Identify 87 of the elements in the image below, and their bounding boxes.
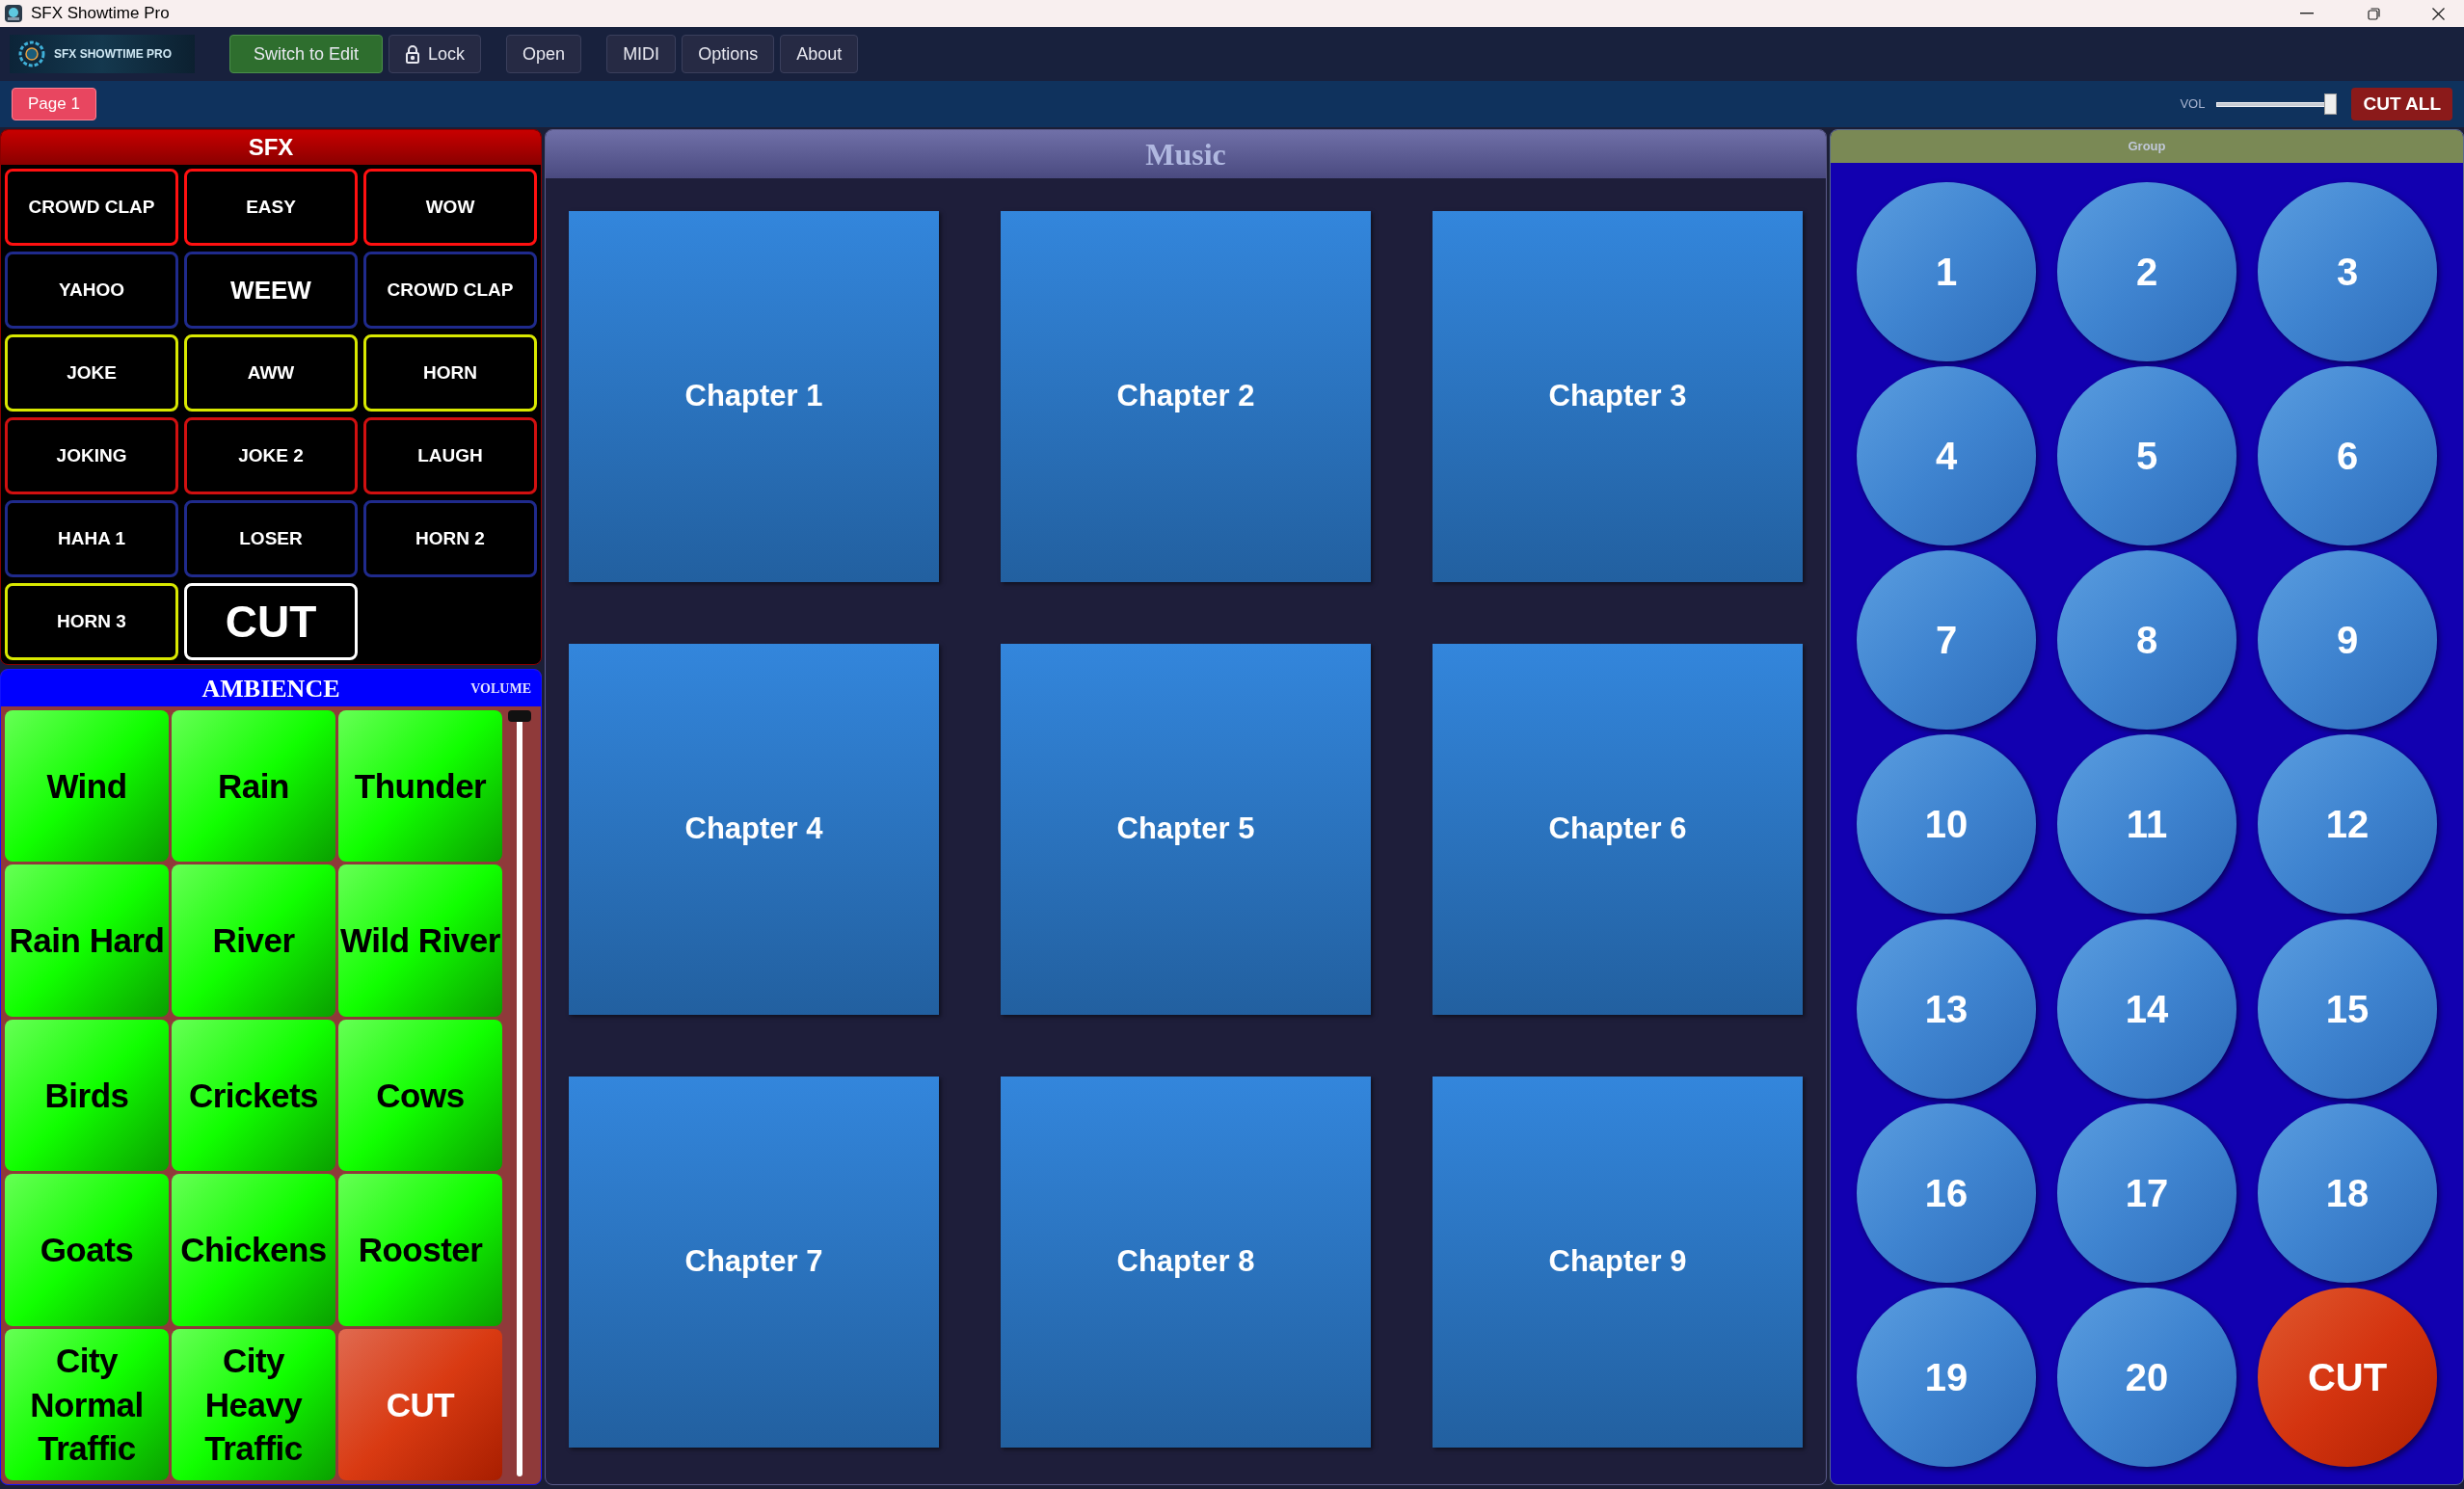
group-button[interactable]: 1 [1857, 182, 2036, 361]
restore-icon[interactable] [2368, 7, 2380, 20]
lock-button[interactable]: Lock [388, 35, 482, 73]
group-button[interactable]: 15 [2258, 918, 2437, 1099]
ambience-pad[interactable]: Chickens [172, 1174, 335, 1326]
panel-title: Music [1145, 136, 1226, 173]
ambience-pad[interactable]: Crickets [172, 1019, 335, 1172]
volume-label: VOL [2180, 95, 2206, 114]
cut-button[interactable]: CUT [338, 1328, 502, 1480]
sound-button[interactable]: JOKE 2 [184, 417, 358, 494]
group-button[interactable]: 3 [2258, 182, 2437, 361]
track-button[interactable]: Chapter 9 [1433, 1077, 1803, 1448]
panel-title: Group [2128, 138, 2166, 156]
group-button[interactable]: 10 [1857, 734, 2036, 915]
sound-button[interactable]: LOSER [184, 500, 358, 577]
sound-button[interactable]: EASY [184, 169, 358, 246]
toolbar-button[interactable]: Switch to Edit [229, 35, 384, 73]
track-button[interactable]: Chapter 3 [1433, 211, 1803, 582]
group-button[interactable]: 19 [1857, 1287, 2036, 1467]
gear-icon [17, 40, 46, 68]
ambience-pad[interactable]: City Heavy Traffic [172, 1328, 335, 1480]
sound-button[interactable]: WEEW [184, 252, 358, 329]
group-button[interactable]: 8 [2057, 550, 2236, 731]
track-button[interactable]: Chapter 6 [1433, 644, 1803, 1015]
slider-thumb[interactable] [508, 710, 531, 722]
sound-button[interactable]: HORN [363, 334, 537, 412]
ambience-pad[interactable]: Goats [5, 1174, 169, 1326]
toolbar-button[interactable]: Options [682, 35, 775, 73]
sound-button[interactable]: HORN 2 [363, 500, 537, 577]
cut-button[interactable]: CUT [2258, 1287, 2437, 1467]
group-button[interactable]: 11 [2057, 734, 2236, 915]
group-button[interactable]: 14 [2057, 918, 2236, 1099]
cut-all-button[interactable]: CUT ALL [2351, 88, 2452, 120]
page-tab[interactable]: Page 1 [12, 88, 96, 120]
ambience-pad[interactable]: City Normal Traffic [5, 1328, 169, 1480]
sound-button[interactable]: YAHOO [5, 252, 178, 329]
sound-button[interactable]: CUT [184, 583, 358, 660]
sound-button[interactable]: JOKE [5, 334, 178, 412]
group-button[interactable]: 5 [2057, 366, 2236, 546]
sound-button[interactable]: CROWD CLAP [5, 169, 178, 246]
group-button[interactable]: 13 [1857, 918, 2036, 1099]
volume-slider[interactable] [2216, 93, 2337, 115]
track-button[interactable]: Chapter 5 [1001, 644, 1371, 1015]
group-button[interactable]: 16 [1857, 1103, 2036, 1283]
window-title: SFX Showtime Pro [31, 3, 170, 25]
sound-button[interactable]: LAUGH [363, 417, 537, 494]
ambience-pad[interactable]: Rain Hard [5, 864, 169, 1017]
app-logo: SFX SHOWTIME PRO [10, 35, 195, 73]
group-button[interactable]: 17 [2057, 1103, 2236, 1283]
minimize-icon[interactable] [2300, 13, 2314, 14]
slider-thumb[interactable] [2324, 93, 2338, 115]
sound-button[interactable]: AWW [184, 334, 358, 412]
sound-button[interactable]: WOW [363, 169, 537, 246]
sound-button[interactable]: HAHA 1 [5, 500, 178, 577]
app-icon [4, 4, 23, 23]
ambience-pad[interactable]: Birds [5, 1019, 169, 1172]
group-button[interactable]: 12 [2258, 734, 2437, 915]
track-button[interactable]: Chapter 4 [569, 644, 939, 1015]
toolbar-button[interactable]: About [780, 35, 859, 73]
ambience-pad[interactable]: Thunder [338, 710, 502, 863]
sound-button[interactable]: CROWD CLAP [363, 252, 537, 329]
sound-button[interactable]: HORN 3 [5, 583, 178, 660]
toolbar-button[interactable]: Open [506, 35, 582, 73]
group-button[interactable]: 20 [2057, 1287, 2236, 1467]
panel-title: AMBIENCE [201, 673, 340, 705]
group-button[interactable]: 4 [1857, 366, 2036, 546]
group-button[interactable]: 18 [2258, 1103, 2437, 1283]
ambience-pad[interactable]: Cows [338, 1019, 502, 1172]
ambience-pad[interactable]: Wild River [338, 864, 502, 1017]
close-icon[interactable] [2432, 7, 2445, 20]
volume-label: VOLUME [470, 679, 531, 698]
track-button[interactable]: Chapter 7 [569, 1077, 939, 1448]
track-button[interactable]: Chapter 2 [1001, 211, 1371, 582]
toolbar-button[interactable]: MIDI [606, 35, 677, 73]
panel-title: SFX [248, 133, 294, 162]
ambience-pad[interactable]: River [172, 864, 335, 1017]
ambience-pad[interactable]: Wind [5, 710, 169, 863]
group-button[interactable]: 7 [1857, 550, 2036, 731]
track-button[interactable]: Chapter 8 [1001, 1077, 1371, 1448]
group-button[interactable]: 6 [2258, 366, 2437, 546]
group-button[interactable]: 2 [2057, 182, 2236, 361]
group-button[interactable]: 9 [2258, 550, 2437, 731]
padlock-icon [405, 44, 421, 64]
ambience-pad[interactable]: Rain [172, 710, 335, 863]
track-button[interactable]: Chapter 1 [569, 211, 939, 582]
ambience-pad[interactable]: Rooster [338, 1174, 502, 1326]
sound-button[interactable]: JOKING [5, 417, 178, 494]
